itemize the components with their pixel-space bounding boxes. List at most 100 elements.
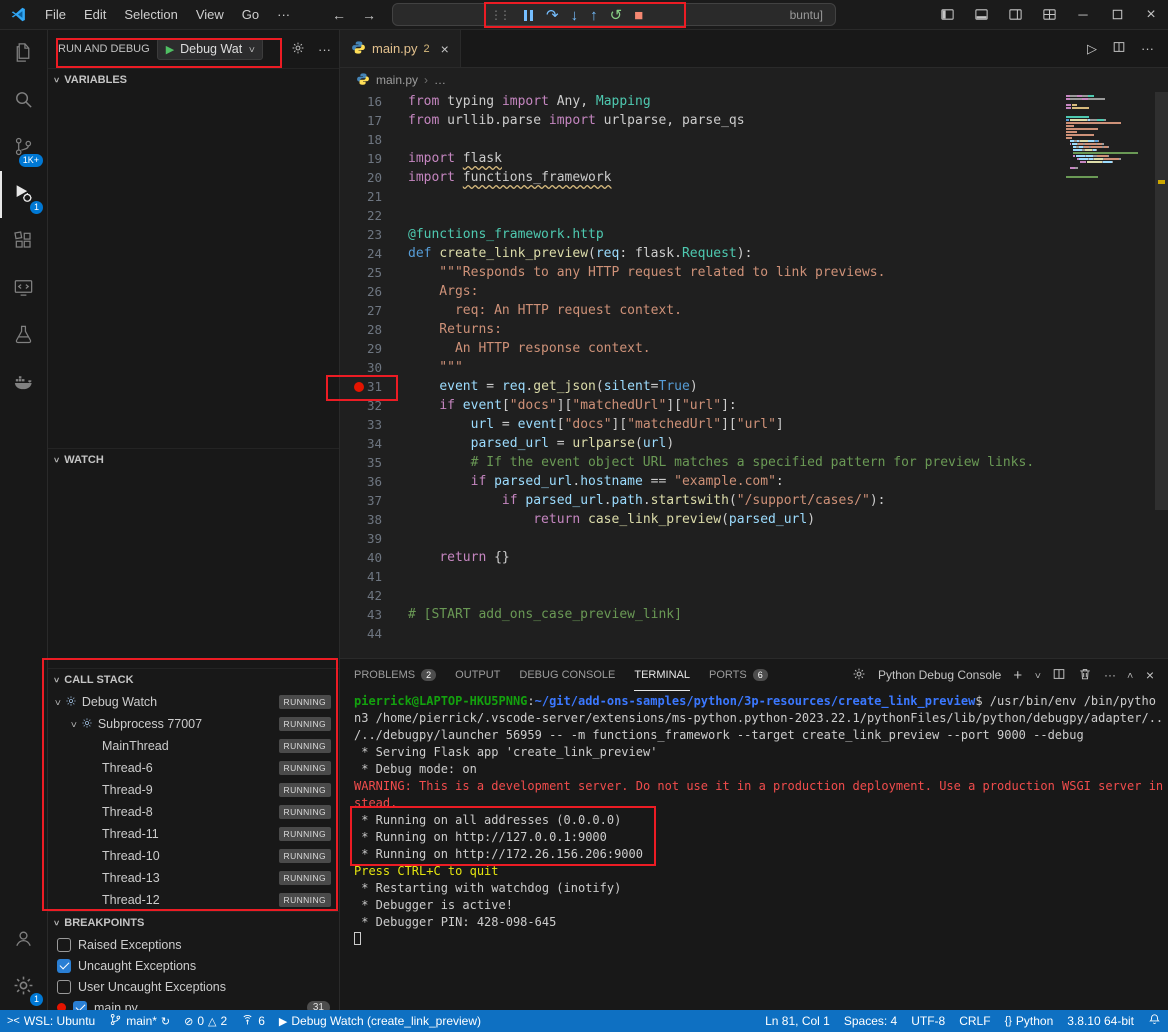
call-stack-item[interactable]: Thread-9RUNNING <box>48 779 339 801</box>
layout-sidebar-toggle-icon[interactable] <box>930 0 964 30</box>
debug-stop-button[interactable]: ■ <box>634 8 643 23</box>
line-number[interactable]: 44 <box>340 624 408 643</box>
activity-remote-explorer[interactable] <box>0 265 47 312</box>
call-stack-item[interactable]: >Subprocess 77007RUNNING <box>48 713 339 735</box>
status-cursor-position[interactable]: Ln 81, Col 1 <box>758 1010 837 1032</box>
line-number[interactable]: 33 <box>340 415 408 434</box>
line-number[interactable]: 34 <box>340 434 408 453</box>
call-stack-item[interactable]: Thread-8RUNNING <box>48 801 339 823</box>
terminal[interactable]: pierrick@LAPTOP-HKU5PNNG:~/git/add-ons-s… <box>340 691 1168 1010</box>
breadcrumb-file[interactable]: main.py <box>376 73 418 87</box>
panel-tab-output[interactable]: OUTPUT <box>455 659 500 691</box>
terminal-instance-label[interactable]: Python Debug Console <box>878 668 1001 682</box>
start-debugging-icon[interactable]: ▶ <box>166 43 174 56</box>
kill-terminal-icon[interactable] <box>1078 667 1092 684</box>
menu-item-4[interactable]: Go <box>233 7 268 22</box>
split-editor-icon[interactable] <box>1112 40 1126 57</box>
menu-item-2[interactable]: Selection <box>115 7 186 22</box>
line-number[interactable]: 36 <box>340 472 408 491</box>
debug-config-dropdown[interactable]: ▶ Debug Wat > <box>157 38 263 60</box>
line-number[interactable]: 22 <box>340 206 408 225</box>
activity-docker[interactable] <box>0 359 47 406</box>
status-ports[interactable]: 6 <box>234 1010 272 1032</box>
activity-explorer[interactable] <box>0 30 47 77</box>
debug-restart-button[interactable]: ↺ <box>610 8 623 23</box>
layout-secondary-sidebar-toggle-icon[interactable] <box>998 0 1032 30</box>
line-number[interactable]: 31 <box>340 377 408 396</box>
line-number[interactable]: 42 <box>340 586 408 605</box>
debug-gear-icon[interactable] <box>291 41 305 58</box>
tab-main-py[interactable]: main.py 2 × <box>340 30 461 67</box>
breakpoint-item[interactable]: Raised Exceptions <box>48 934 339 955</box>
status-indentation[interactable]: Spaces: 4 <box>837 1010 904 1032</box>
terminal-dropdown-chevron-icon[interactable]: > <box>1032 672 1043 678</box>
breakpoint-item[interactable]: Uncaught Exceptions <box>48 955 339 976</box>
line-number[interactable]: 40 <box>340 548 408 567</box>
activity-testing[interactable] <box>0 312 47 359</box>
layout-customize-icon[interactable] <box>1032 0 1066 30</box>
call-stack-item[interactable]: Thread-12RUNNING <box>48 889 339 911</box>
activity-run-and-debug[interactable]: 1 <box>0 171 47 218</box>
line-number[interactable]: 32 <box>340 396 408 415</box>
breadcrumb[interactable]: main.py › … <box>340 68 1168 92</box>
layout-panel-toggle-icon[interactable] <box>964 0 998 30</box>
split-terminal-icon[interactable] <box>1052 667 1066 684</box>
menu-item-3[interactable]: View <box>187 7 233 22</box>
line-number[interactable]: 25 <box>340 263 408 282</box>
menu-item-0[interactable]: File <box>36 7 75 22</box>
status-language[interactable]: {}Python <box>998 1010 1061 1032</box>
call-stack-item[interactable]: Thread-10RUNNING <box>48 845 339 867</box>
line-number[interactable]: 28 <box>340 320 408 339</box>
line-number[interactable]: 38 <box>340 510 408 529</box>
line-number[interactable]: 27 <box>340 301 408 320</box>
panel-tab-problems[interactable]: PROBLEMS2 <box>354 659 436 691</box>
debug-step-into-button[interactable]: ↓ <box>571 8 579 23</box>
status-problems[interactable]: ⊘0△2 <box>177 1010 234 1032</box>
line-number[interactable]: 43 <box>340 605 408 624</box>
debug-step-over-button[interactable]: ↷ <box>546 8 559 23</box>
activity-search[interactable] <box>0 77 47 124</box>
menu-item-5[interactable]: ··· <box>268 7 299 22</box>
activity-accounts[interactable] <box>0 916 47 963</box>
breakpoint-dot-icon[interactable] <box>354 382 364 392</box>
menu-item-1[interactable]: Edit <box>75 7 115 22</box>
breakpoint-item[interactable]: main.py31 <box>48 997 339 1010</box>
call-stack-item[interactable]: Thread-6RUNNING <box>48 757 339 779</box>
line-number[interactable]: 20 <box>340 168 408 187</box>
call-stack-section-header[interactable]: >CALL STACK <box>48 669 339 691</box>
call-stack-item[interactable]: MainThreadRUNNING <box>48 735 339 757</box>
status-encoding[interactable]: UTF-8 <box>904 1010 952 1032</box>
breadcrumb-symbol[interactable]: … <box>434 73 446 87</box>
line-number[interactable]: 24 <box>340 244 408 263</box>
variables-section-header[interactable]: >VARIABLES <box>48 69 339 91</box>
code-editor[interactable]: 16from typing import Any, Mapping17from … <box>340 92 1168 658</box>
line-number[interactable]: 35 <box>340 453 408 472</box>
breakpoint-item[interactable]: User Uncaught Exceptions <box>48 976 339 997</box>
panel-tab-debug-console[interactable]: DEBUG CONSOLE <box>519 659 615 691</box>
breakpoint-checkbox[interactable] <box>57 959 71 973</box>
activity-settings[interactable]: 1 <box>0 963 47 1010</box>
line-number[interactable]: 37 <box>340 491 408 510</box>
breakpoint-checkbox[interactable] <box>57 980 71 994</box>
line-number[interactable]: 17 <box>340 111 408 130</box>
panel-tab-terminal[interactable]: TERMINAL <box>634 659 690 691</box>
drag-handle-icon[interactable]: ⋮⋮ <box>490 8 508 22</box>
call-stack-item[interactable]: >Debug WatchRUNNING <box>48 691 339 713</box>
window-close-button[interactable]: × <box>1134 0 1168 30</box>
status-remote[interactable]: ><WSL: Ubuntu <box>0 1010 102 1032</box>
activity-extensions[interactable] <box>0 218 47 265</box>
minimap[interactable] <box>1066 95 1154 182</box>
breakpoints-section-header[interactable]: >BREAKPOINTS <box>48 912 339 934</box>
run-python-file-button[interactable]: ▷ <box>1087 41 1097 57</box>
line-number[interactable]: 41 <box>340 567 408 586</box>
line-number[interactable]: 19 <box>340 149 408 168</box>
line-number[interactable]: 39 <box>340 529 408 548</box>
sidebar-more-actions-button[interactable]: ··· <box>318 42 331 57</box>
status-branch[interactable]: main*↻ <box>102 1010 177 1032</box>
line-number[interactable]: 16 <box>340 92 408 111</box>
debug-pause-button[interactable] <box>522 10 534 21</box>
panel-maximize-chevron-icon[interactable]: > <box>1125 672 1136 678</box>
line-number[interactable]: 26 <box>340 282 408 301</box>
debug-step-out-button[interactable]: ↑ <box>590 8 598 23</box>
nav-forward-button[interactable]: → <box>362 7 376 23</box>
